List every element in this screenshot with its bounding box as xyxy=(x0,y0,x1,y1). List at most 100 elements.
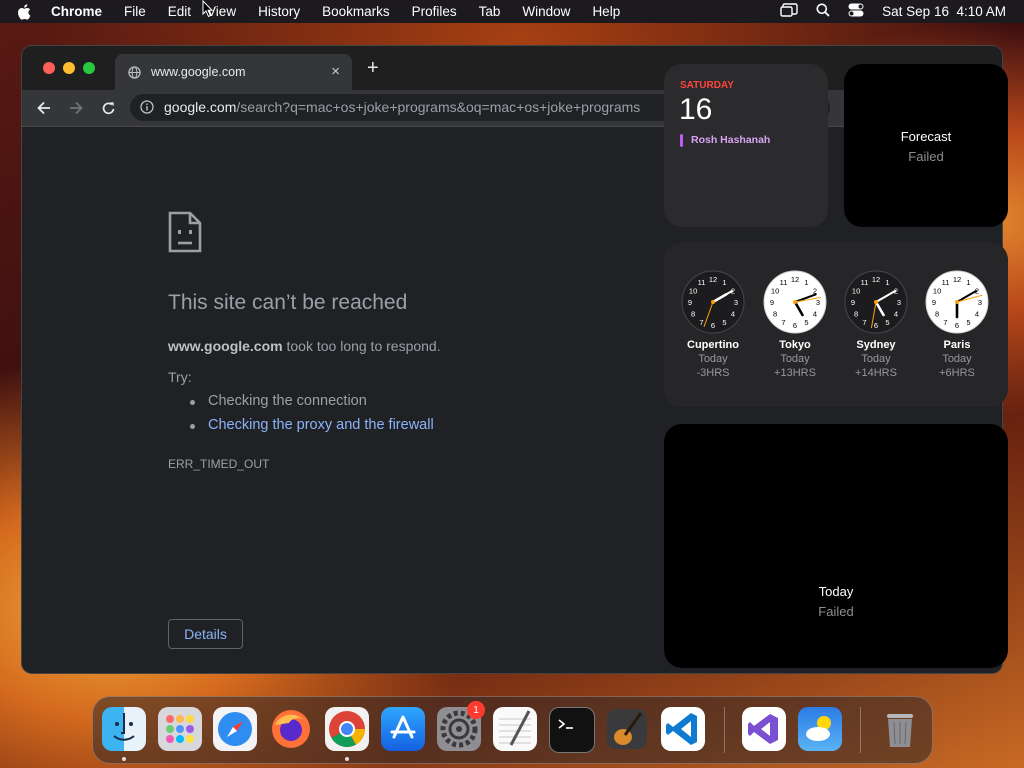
menu-window[interactable]: Window xyxy=(522,4,570,19)
running-indicator xyxy=(122,757,126,761)
bullet-icon xyxy=(190,424,195,429)
svg-text:11: 11 xyxy=(780,278,788,287)
vscode-icon[interactable] xyxy=(661,707,705,751)
svg-text:8: 8 xyxy=(773,310,777,319)
clock-city-label: Cupertino xyxy=(687,339,739,351)
back-arrow-icon[interactable] xyxy=(34,98,54,118)
clock-day-label: Today xyxy=(942,353,972,365)
safari-icon[interactable] xyxy=(213,707,257,751)
visual-studio-icon[interactable] xyxy=(742,707,786,751)
today-title: Today xyxy=(818,584,854,599)
svg-text:1: 1 xyxy=(966,278,970,287)
menu-edit[interactable]: Edit xyxy=(168,4,191,19)
svg-text:7: 7 xyxy=(862,318,866,327)
svg-text:3: 3 xyxy=(734,298,738,307)
svg-text:10: 10 xyxy=(933,287,941,296)
svg-text:8: 8 xyxy=(935,310,939,319)
svg-text:9: 9 xyxy=(688,298,692,307)
forecast-widget[interactable]: Forecast Failed xyxy=(844,64,1008,227)
menu-profiles[interactable]: Profiles xyxy=(412,4,457,19)
url-path: /search?q=mac+os+joke+programs&oq=mac+os… xyxy=(236,99,641,115)
svg-text:6: 6 xyxy=(793,321,797,330)
new-tab-button[interactable]: + xyxy=(367,57,379,80)
svg-text:5: 5 xyxy=(966,318,970,327)
menu-bar: Chrome File Edit View History Bookmarks … xyxy=(0,0,1024,23)
menu-history[interactable]: History xyxy=(258,4,300,19)
screen-mirroring-icon[interactable] xyxy=(780,3,798,20)
calendar-weekday: SATURDAY xyxy=(680,80,734,91)
chrome-icon[interactable] xyxy=(325,707,369,751)
menu-tab[interactable]: Tab xyxy=(479,4,501,19)
garageband-icon[interactable] xyxy=(605,707,649,751)
error-message: www.google.com took too long to respond. xyxy=(168,338,441,354)
menu-bookmarks[interactable]: Bookmarks xyxy=(322,4,390,19)
apple-menu-icon[interactable] xyxy=(17,3,37,20)
suggestion-proxy-link[interactable]: Checking the proxy and the firewall xyxy=(208,417,434,433)
url-text: google.com/search?q=mac+os+joke+programs… xyxy=(164,99,640,115)
error-host: www.google.com xyxy=(168,338,283,354)
tab-google[interactable]: www.google.com × xyxy=(115,54,352,90)
svg-text:6: 6 xyxy=(711,321,715,330)
menu-app-name[interactable]: Chrome xyxy=(51,4,102,19)
svg-text:4: 4 xyxy=(975,310,979,319)
weather-icon[interactable] xyxy=(798,707,842,751)
calendar-widget[interactable]: SATURDAY 16 Rosh Hashanah xyxy=(664,64,828,227)
suggestion-connection: Checking the connection xyxy=(208,393,367,409)
reload-icon[interactable] xyxy=(98,98,118,118)
svg-text:4: 4 xyxy=(894,310,898,319)
details-button[interactable]: Details xyxy=(168,619,243,649)
clock-faces: 1234567891011 12 1234567891011 12 1234567891… xyxy=(681,270,989,334)
forecast-status: Failed xyxy=(908,149,944,164)
trash-icon[interactable] xyxy=(878,707,922,751)
tab-close-icon[interactable]: × xyxy=(331,63,340,80)
clock-city-label: Sydney xyxy=(856,339,896,351)
notification-badge: 1 xyxy=(467,701,485,719)
system-settings-icon[interactable]: 1 xyxy=(437,701,485,751)
clock-day-label: Today xyxy=(780,353,810,365)
menu-file[interactable]: File xyxy=(124,4,146,19)
calendar-day: 16 xyxy=(679,93,713,126)
event-color-bar xyxy=(680,134,683,147)
finder-icon[interactable] xyxy=(102,707,146,751)
svg-text:10: 10 xyxy=(852,287,860,296)
site-info-icon[interactable] xyxy=(140,100,154,119)
bullet-icon xyxy=(190,400,195,405)
svg-text:7: 7 xyxy=(781,318,785,327)
today-widget[interactable]: Today Failed xyxy=(664,424,1008,668)
svg-text:7: 7 xyxy=(943,318,947,327)
error-title: This site can’t be reached xyxy=(168,291,408,314)
svg-text:9: 9 xyxy=(932,298,936,307)
textedit-icon[interactable] xyxy=(493,707,537,751)
svg-text:11: 11 xyxy=(942,278,950,287)
clock-offset-label: +6HRS xyxy=(939,367,975,379)
menu-help[interactable]: Help xyxy=(592,4,620,19)
world-clock-widget[interactable]: 1 2 3 4 5 6 7 8 9 10 11 12 1 2 3 4 5 6 7 8 9 10 11 12 1 2 3 4 5 6 7 8 9 1… xyxy=(664,242,1008,407)
svg-text:12: 12 xyxy=(872,275,880,284)
minimize-window-button[interactable] xyxy=(63,62,75,74)
svg-text:4: 4 xyxy=(731,310,735,319)
globe-icon xyxy=(128,66,141,82)
svg-text:3: 3 xyxy=(816,298,820,307)
dock-separator xyxy=(860,707,861,753)
try-label: Try: xyxy=(168,369,192,385)
clock-day-label: Today xyxy=(861,353,891,365)
spotlight-search-icon[interactable] xyxy=(816,3,830,20)
zoom-window-button[interactable] xyxy=(83,62,95,74)
svg-text:5: 5 xyxy=(804,318,808,327)
today-status: Failed xyxy=(818,604,854,619)
clock-day-label: Today xyxy=(698,353,728,365)
svg-text:11: 11 xyxy=(698,278,706,287)
control-center-icon[interactable] xyxy=(848,3,864,20)
forward-arrow-icon[interactable] xyxy=(66,98,86,118)
svg-text:8: 8 xyxy=(691,310,695,319)
launchpad-icon[interactable] xyxy=(158,707,202,751)
app-store-icon[interactable] xyxy=(381,707,425,751)
error-code: ERR_TIMED_OUT xyxy=(168,457,270,471)
mouse-cursor-icon xyxy=(202,0,214,18)
svg-text:9: 9 xyxy=(851,298,855,307)
menu-clock[interactable]: Sat Sep 16 4:10 AM xyxy=(882,4,1006,19)
terminal-icon[interactable] xyxy=(549,707,595,753)
firefox-icon[interactable] xyxy=(269,707,313,751)
close-window-button[interactable] xyxy=(43,62,55,74)
clock-face-paris: 1234567891011 12 xyxy=(925,270,989,334)
